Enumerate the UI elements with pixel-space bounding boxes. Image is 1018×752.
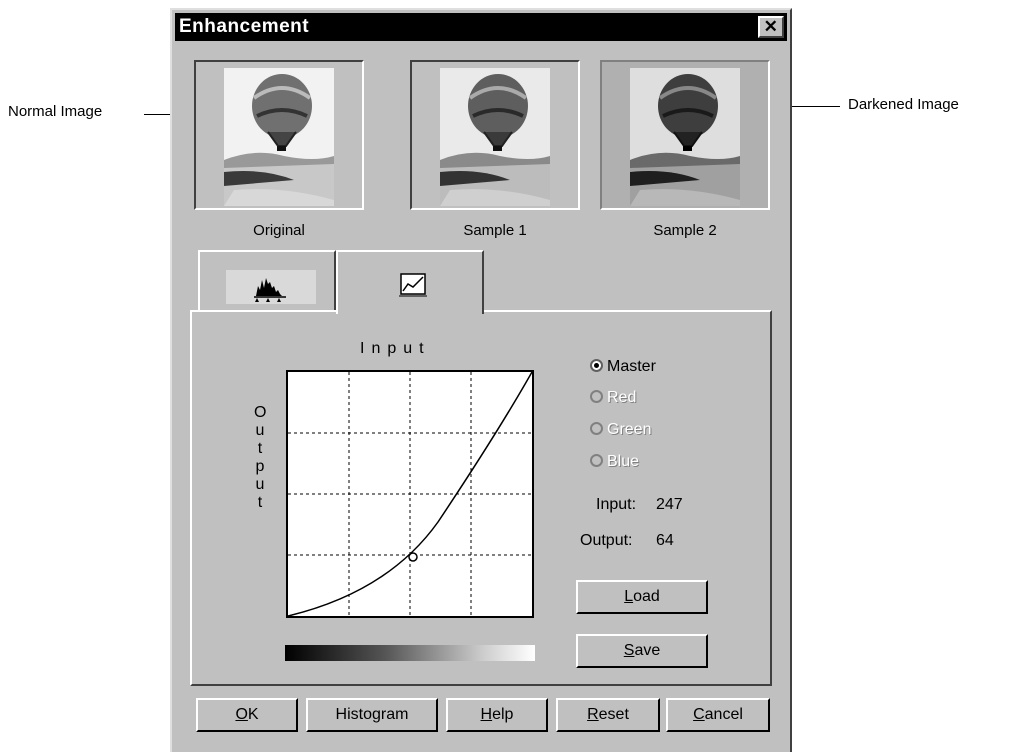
radio-green[interactable]: Green [590,421,651,439]
output-readout-value: 64 [656,532,674,549]
cancel-button[interactable]: Cancel [666,698,770,732]
save-button[interactable]: Save [576,634,708,668]
radio-master[interactable]: Master [590,358,656,376]
help-button[interactable]: Help [446,698,548,732]
tone-curve-editor[interactable] [286,370,534,618]
histogram-icon [226,270,316,304]
balloon-photo [440,68,550,206]
curve-icon [398,272,428,302]
input-axis-label: Input [360,340,431,357]
title-bar: Enhancement ✕ [175,13,787,41]
thumbnail-original[interactable] [194,60,364,210]
reset-button[interactable]: Reset [556,698,660,732]
histogram-button[interactable]: Histogram [306,698,438,732]
radio-red[interactable]: Red [590,389,636,407]
radio-dot-icon [590,454,603,467]
thumbnail-label-sample-1: Sample 1 [463,222,527,239]
darkened-image-callout: Darkened Image [848,96,959,113]
tab-curve[interactable] [336,250,484,314]
dialog-title: Enhancement [179,16,310,37]
close-icon: ✕ [763,17,779,36]
balloon-photo [224,68,334,206]
load-button[interactable]: Load [576,580,708,614]
radio-dot-icon [590,390,603,403]
radio-blue[interactable]: Blue [590,453,639,471]
thumbnail-sample-2[interactable] [600,60,770,210]
input-readout-value: 247 [656,496,683,513]
curve-control-point [408,552,418,562]
output-axis-label: Output [254,404,267,511]
close-button[interactable]: ✕ [758,16,784,38]
balloon-photo [630,68,740,206]
ok-button[interactable]: OK [196,698,298,732]
tab-histogram[interactable] [198,250,336,310]
thumbnail-label-sample-2: Sample 2 [653,222,717,239]
thumbnail-label-original: Original [253,222,305,239]
radio-dot-icon [590,359,603,372]
normal-image-callout: Normal Image [8,103,103,120]
tone-gradient-bar [285,645,535,661]
radio-dot-icon [590,422,603,435]
thumbnail-sample-1[interactable] [410,60,580,210]
output-readout-label: Output: [580,532,633,549]
input-readout-label: Input: [596,496,637,513]
